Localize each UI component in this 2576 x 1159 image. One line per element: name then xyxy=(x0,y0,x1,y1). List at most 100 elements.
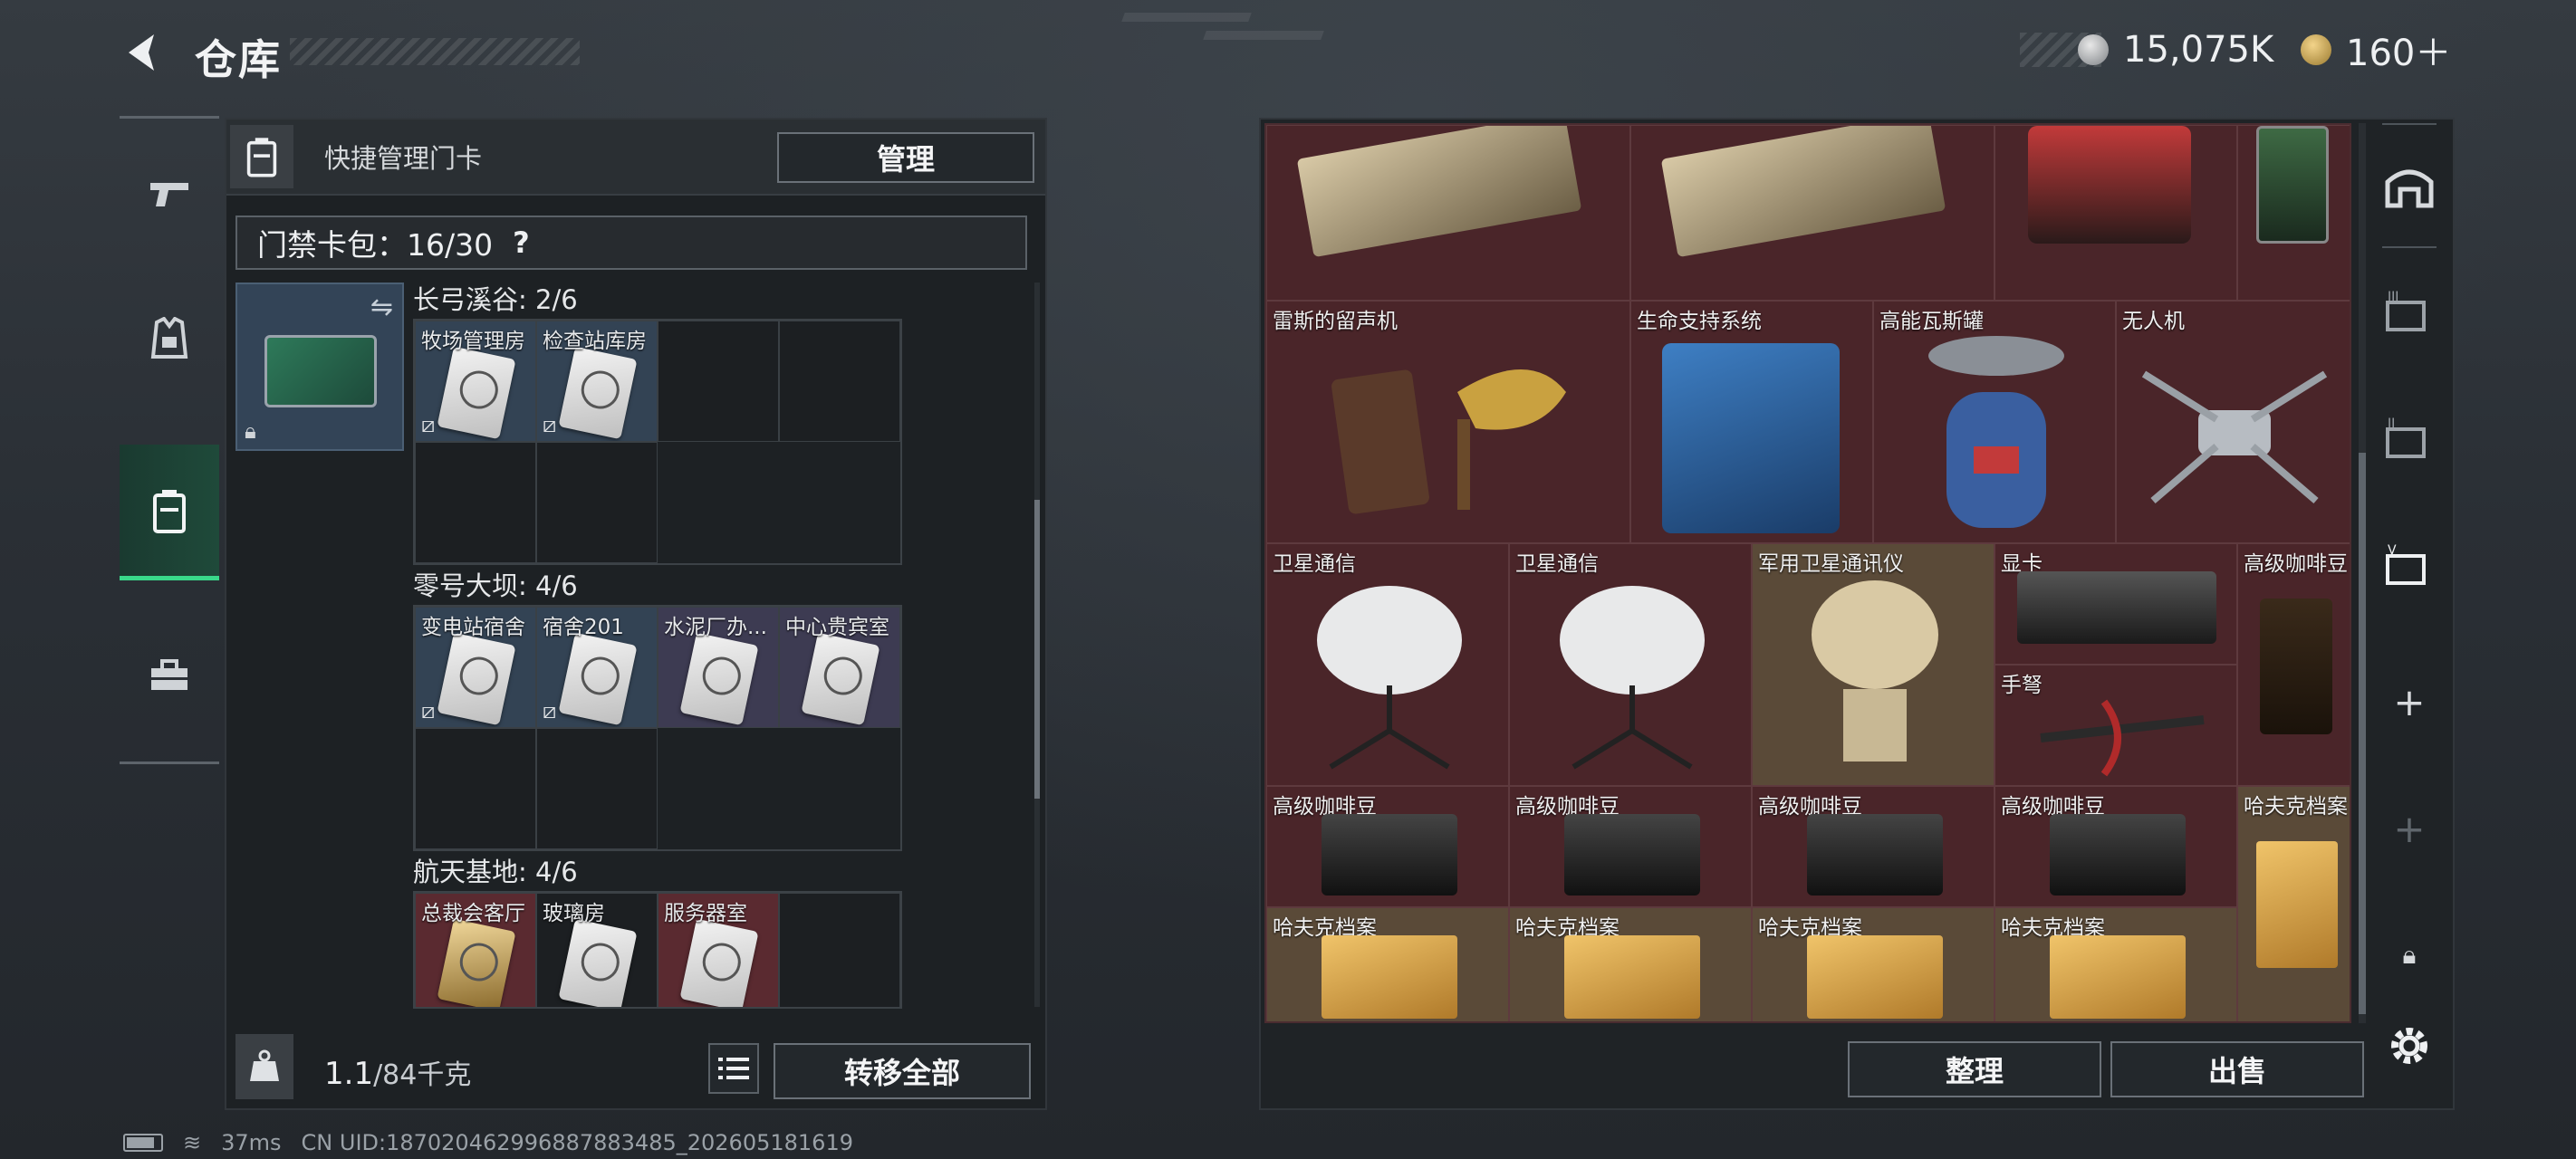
unlinked-icon: ⧄ xyxy=(421,412,436,437)
help-icon[interactable]: ? xyxy=(513,225,530,260)
sort-button[interactable]: 整理 xyxy=(1848,1041,2101,1097)
keycard-name: 牧场管理房 xyxy=(421,330,525,353)
keycard-image xyxy=(437,346,516,440)
empty-slot[interactable] xyxy=(779,321,900,442)
swap-icon[interactable]: ⇋ xyxy=(370,292,393,323)
keycard-holder-icon xyxy=(153,489,186,533)
transfer-all-button[interactable]: 转移全部 xyxy=(774,1043,1031,1099)
nav-toolbox[interactable] xyxy=(120,608,219,743)
empty-slot[interactable] xyxy=(536,442,658,563)
item-slot[interactable]: 哈夫克档案 xyxy=(1994,907,2237,1021)
empty-slot[interactable] xyxy=(415,728,536,849)
keycard-name: 水泥厂办... xyxy=(664,616,767,639)
back-arrow-icon[interactable] xyxy=(116,25,170,80)
item-image xyxy=(1317,586,1462,770)
storage-grid: 雷斯的留声机 生命支持系统 高能瓦斯罐 无人机 卫星通信 卫星通信 军用卫星通讯… xyxy=(1264,123,2351,1023)
item-slot[interactable]: 哈夫克档案 xyxy=(2237,786,2350,1021)
background-stripe xyxy=(1203,31,1324,40)
item-slot[interactable] xyxy=(1994,125,2237,301)
empty-slot[interactable] xyxy=(658,321,779,442)
wifi-icon: ≋ xyxy=(183,1130,202,1155)
item-slot[interactable]: 哈夫克档案 xyxy=(1509,907,1752,1021)
item-slot[interactable]: 高级咖啡豆 xyxy=(2237,543,2350,786)
empty-slot[interactable] xyxy=(779,893,900,1007)
card-pack-capacity[interactable]: 门禁卡包：16/30 ? xyxy=(235,216,1027,270)
keycard-scrollbar-thumb[interactable] xyxy=(1034,500,1040,799)
keycard-slot[interactable]: 中心贵宾室 xyxy=(779,607,900,728)
storage-tab-5[interactable]: V xyxy=(2373,525,2446,607)
keycard-slot[interactable]: 服务器室 xyxy=(658,893,779,1007)
storage-tab-3[interactable]: III xyxy=(2373,272,2446,353)
item-slot[interactable]: 高级咖啡豆 xyxy=(1994,786,2237,907)
weight-capacity: /84千克 xyxy=(373,1059,472,1091)
item-slot[interactable]: 高级咖啡豆 xyxy=(1752,786,1994,907)
item-slot[interactable]: 卫星通信 xyxy=(1509,543,1752,786)
toolbox-icon xyxy=(151,659,187,690)
keycard-slot[interactable]: 水泥厂办... xyxy=(658,607,779,728)
item-slot[interactable]: 军用卫星通讯仪 xyxy=(1752,543,1994,786)
sell-button[interactable]: 出售 xyxy=(2110,1041,2364,1097)
item-slot[interactable]: 雷斯的留声机 xyxy=(1266,301,1630,543)
empty-slot[interactable] xyxy=(415,442,536,563)
item-image xyxy=(1662,343,1840,533)
item-image xyxy=(2028,126,2191,244)
keycard-grid: 总裁会客厅 玻璃房 服务器室 xyxy=(413,891,902,1009)
item-slot[interactable]: 无人机 xyxy=(2116,301,2350,543)
keycard-slot[interactable]: 玻璃房 xyxy=(536,893,658,1007)
item-slot[interactable]: 高能瓦斯罐 xyxy=(1873,301,2116,543)
item-slot[interactable] xyxy=(1266,125,1630,301)
keycard-slot[interactable]: 牧场管理房 ⧄ xyxy=(415,321,536,442)
keycard-grid: 变电站宿舍 ⧄ 宿舍201 ⧄ 水泥厂办... 中心贵宾室 xyxy=(413,605,902,851)
keycard-slot[interactable]: 检查站库房 ⧄ xyxy=(536,321,658,442)
armor-vest-icon xyxy=(150,317,188,359)
item-slot[interactable]: 哈夫克档案 xyxy=(1266,907,1509,1021)
plus-icon: + xyxy=(2393,679,2426,724)
keycard-slot[interactable]: 宿舍201 ⧄ xyxy=(536,607,658,728)
add-storage-button-disabled: + xyxy=(2373,788,2446,869)
storage-scrollbar-thumb[interactable] xyxy=(2359,453,2366,1014)
item-image xyxy=(1322,935,1457,1019)
weight-value: 1.1 xyxy=(324,1056,374,1092)
item-slot[interactable]: 生命支持系统 xyxy=(1630,301,1873,543)
keycard-slot[interactable]: 总裁会客厅 xyxy=(415,893,536,1007)
item-slot[interactable] xyxy=(1630,125,1994,301)
keycard-panel: 快捷管理门卡 管理 门禁卡包：16/30 ? ⇋ 🔒︎ 长弓溪谷: 2/6 牧场… xyxy=(225,118,1047,1110)
item-image xyxy=(2017,571,2216,644)
item-slot[interactable]: 显卡 xyxy=(1994,543,2237,665)
unlinked-icon: ⧄ xyxy=(543,698,557,723)
group-title: 长弓溪谷: 2/6 xyxy=(413,284,578,315)
nav-keycards[interactable] xyxy=(120,445,219,580)
item-slot[interactable] xyxy=(2237,125,2350,301)
left-category-nav xyxy=(120,116,219,764)
storage-tab-2[interactable]: II xyxy=(2373,398,2446,480)
item-slot[interactable]: 手弩 xyxy=(1994,665,2237,786)
silver-amount: 15,075K xyxy=(2123,29,2274,71)
keycard-holder-icon xyxy=(230,125,293,188)
item-slot[interactable]: 高级咖啡豆 xyxy=(1266,786,1509,907)
item-image xyxy=(1331,369,1566,514)
lock-button[interactable]: 🔒︎ xyxy=(2373,915,2446,996)
item-slot[interactable]: 高级咖啡豆 xyxy=(1509,786,1752,907)
nav-equipment[interactable] xyxy=(120,271,219,407)
nav-weapons[interactable] xyxy=(120,126,219,262)
item-name: 生命支持系统 xyxy=(1637,310,1762,333)
item-slot[interactable]: 卫星通信 xyxy=(1266,543,1509,786)
keycard-name: 服务器室 xyxy=(664,902,747,925)
silver-currency[interactable]: 15,075K xyxy=(2078,27,2273,72)
card-pack-slot[interactable]: ⇋ 🔒︎ xyxy=(235,283,404,451)
warehouse-tab[interactable] xyxy=(2373,147,2446,228)
keycard-slot[interactable]: 变电站宿舍 ⧄ xyxy=(415,607,536,728)
title-decoration xyxy=(290,38,580,65)
settings-button[interactable] xyxy=(2373,1005,2446,1087)
item-image xyxy=(2256,841,2338,968)
empty-slot[interactable] xyxy=(536,728,658,849)
item-slot[interactable]: 哈夫克档案 xyxy=(1752,907,1994,1021)
silver-coin-icon xyxy=(2078,34,2109,65)
add-storage-button[interactable]: + xyxy=(2373,661,2446,742)
gold-currency[interactable]: 160＋ xyxy=(2301,27,2451,74)
keycard-image xyxy=(558,346,638,440)
manage-button[interactable]: 管理 xyxy=(777,132,1034,183)
background-stripe xyxy=(1121,13,1252,22)
list-view-button[interactable] xyxy=(708,1043,759,1094)
keycard-name: 总裁会客厅 xyxy=(421,902,525,925)
